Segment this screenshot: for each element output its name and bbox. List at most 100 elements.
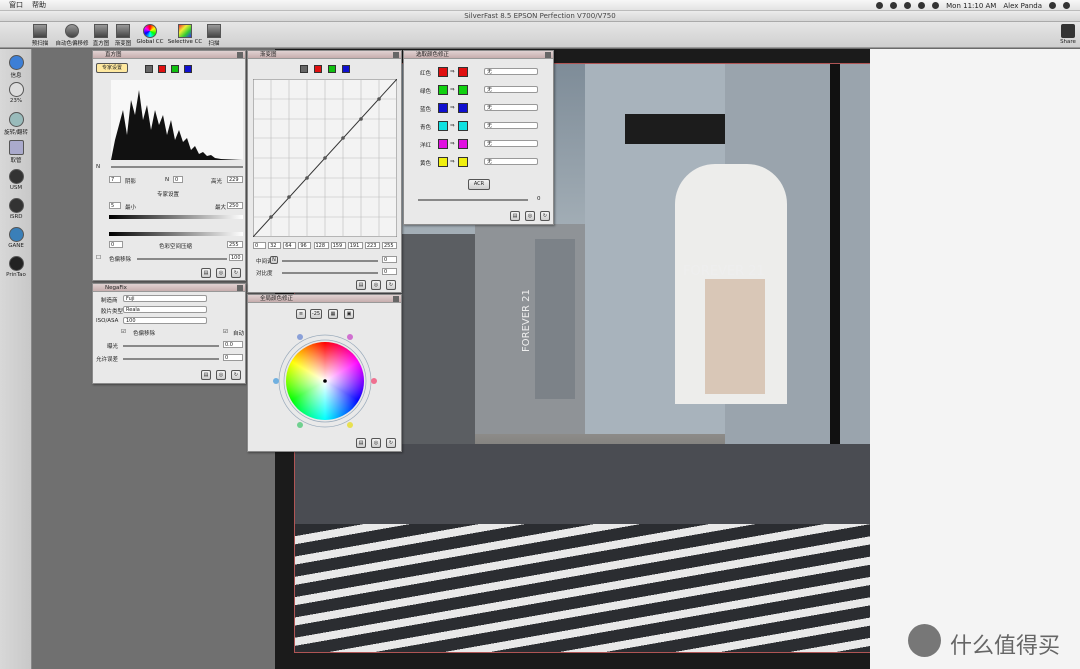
highlight-field[interactable]: 229 bbox=[227, 176, 243, 183]
cast-field[interactable]: 100 bbox=[229, 254, 243, 261]
tick-field[interactable]: 255 bbox=[382, 242, 397, 249]
menu-window[interactable]: 窗口 bbox=[9, 0, 23, 10]
min-max-slider[interactable] bbox=[109, 215, 243, 219]
cast-checkbox[interactable]: ☐ bbox=[96, 255, 101, 261]
isrd-button[interactable]: iSRD bbox=[0, 198, 32, 220]
printao-button[interactable]: PrinTao bbox=[0, 256, 32, 278]
iso-select[interactable]: 100 bbox=[123, 317, 207, 324]
contrast-slider[interactable] bbox=[282, 272, 378, 274]
global-cc-button[interactable]: Global CC bbox=[130, 24, 170, 45]
zoom-icon[interactable]: ◎ bbox=[216, 370, 226, 380]
source-color-swatch[interactable] bbox=[438, 139, 448, 149]
tick-field[interactable]: 64 bbox=[283, 242, 297, 249]
contrast-field[interactable]: 0 bbox=[382, 268, 397, 275]
reset-icon[interactable]: ↻ bbox=[540, 211, 550, 221]
max-field[interactable]: 250 bbox=[227, 202, 243, 209]
target-color-swatch[interactable] bbox=[458, 85, 468, 95]
target-color-swatch[interactable] bbox=[458, 103, 468, 113]
reset-icon[interactable]: ↻ bbox=[386, 438, 396, 448]
channel-rgb[interactable] bbox=[300, 65, 308, 73]
selective-row-select[interactable]: 无 bbox=[484, 158, 538, 165]
tick-field[interactable]: 191 bbox=[347, 242, 363, 249]
target-color-swatch[interactable] bbox=[458, 67, 468, 77]
user-name[interactable]: Alex Panda bbox=[1003, 2, 1042, 10]
selective-row-select[interactable]: 无 bbox=[484, 104, 538, 111]
acr-button[interactable]: ACR bbox=[468, 179, 490, 190]
histogram-slider[interactable] bbox=[111, 166, 243, 168]
target-color-swatch[interactable] bbox=[458, 121, 468, 131]
channel-blue[interactable] bbox=[184, 65, 192, 73]
save-icon[interactable]: ▤ bbox=[510, 211, 520, 221]
zoom-button[interactable]: 23% bbox=[0, 82, 32, 104]
close-icon[interactable] bbox=[237, 52, 243, 58]
list-icon[interactable]: ≡ bbox=[296, 309, 306, 319]
auto-check[interactable]: ☑ bbox=[223, 329, 228, 335]
image-icon[interactable]: ▣ bbox=[344, 309, 354, 319]
source-color-swatch[interactable] bbox=[438, 121, 448, 131]
target-color-swatch[interactable] bbox=[458, 157, 468, 167]
battery-icon[interactable] bbox=[932, 2, 940, 9]
volume-icon[interactable] bbox=[918, 2, 926, 9]
channel-rgb[interactable] bbox=[145, 65, 153, 73]
gradation-panel-header[interactable]: 渐变图 bbox=[248, 51, 401, 59]
global-value[interactable]: -25 bbox=[310, 309, 322, 319]
selective-row-select[interactable]: 无 bbox=[484, 122, 538, 129]
source-color-swatch[interactable] bbox=[438, 67, 448, 77]
status-icon[interactable] bbox=[890, 2, 898, 9]
tick-field[interactable]: 159 bbox=[330, 242, 346, 249]
save-icon[interactable]: ▤ bbox=[201, 370, 211, 380]
close-icon[interactable] bbox=[237, 285, 243, 291]
zoom-icon[interactable]: ◎ bbox=[525, 211, 535, 221]
exposure-slider[interactable] bbox=[123, 345, 219, 347]
tolerance-field[interactable]: 0 bbox=[223, 354, 243, 361]
close-icon[interactable] bbox=[393, 52, 399, 58]
expert-button[interactable]: 专家设置 bbox=[96, 63, 128, 73]
info-button[interactable]: 信息 bbox=[0, 55, 32, 79]
tolerance-slider[interactable] bbox=[123, 358, 219, 360]
share-button[interactable]: Share bbox=[1060, 24, 1076, 45]
tick-field[interactable]: 32 bbox=[268, 242, 282, 249]
zoom-icon[interactable]: ◎ bbox=[371, 438, 381, 448]
compress-max-field[interactable]: 255 bbox=[227, 241, 243, 248]
cast-slider[interactable] bbox=[137, 258, 227, 260]
reset-icon[interactable]: ↻ bbox=[231, 370, 241, 380]
channel-green[interactable] bbox=[328, 65, 336, 73]
globalcc-panel-header[interactable]: 全局颜色修正 bbox=[248, 295, 401, 303]
pipette-button[interactable]: 取管 bbox=[0, 140, 32, 164]
wifi-icon[interactable] bbox=[904, 2, 912, 9]
tick-field[interactable]: 128 bbox=[313, 242, 329, 249]
selective-panel-header[interactable]: 选取颜色修正 bbox=[404, 51, 553, 59]
compress-slider[interactable] bbox=[109, 232, 243, 236]
channel-red[interactable] bbox=[314, 65, 322, 73]
histogram-panel-header[interactable]: 直方图 bbox=[93, 51, 245, 59]
shadow-field[interactable]: 7 bbox=[109, 176, 121, 183]
channel-blue[interactable] bbox=[342, 65, 350, 73]
maker-select[interactable]: Fuji bbox=[123, 295, 207, 302]
scan-button[interactable]: 扫描 bbox=[194, 24, 234, 47]
selective-row-select[interactable]: 无 bbox=[484, 86, 538, 93]
status-icon[interactable] bbox=[876, 2, 884, 9]
gane-button[interactable]: GANE bbox=[0, 227, 32, 249]
negafix-panel-header[interactable]: NegaFix bbox=[93, 284, 245, 292]
min-field[interactable]: 5 bbox=[109, 202, 121, 209]
zoom-icon[interactable]: ◎ bbox=[371, 280, 381, 290]
midtone-slider[interactable] bbox=[282, 260, 378, 262]
n-field[interactable]: 0 bbox=[173, 176, 183, 183]
tick-field[interactable]: 223 bbox=[364, 242, 380, 249]
selective-row-select[interactable]: 无 bbox=[484, 140, 538, 147]
cast-check[interactable]: ☑ bbox=[121, 329, 126, 335]
mid-field[interactable]: 0 bbox=[382, 256, 397, 263]
grid-icon[interactable]: ▦ bbox=[328, 309, 338, 319]
reset-icon[interactable]: ↻ bbox=[386, 280, 396, 290]
selective-row-select[interactable]: 无 bbox=[484, 68, 538, 75]
target-color-swatch[interactable] bbox=[458, 139, 468, 149]
color-wheel[interactable] bbox=[270, 331, 380, 431]
rotate-button[interactable]: 旋转/翻转 bbox=[0, 112, 32, 136]
source-color-swatch[interactable] bbox=[438, 85, 448, 95]
neutral-button[interactable]: N bbox=[270, 256, 278, 264]
compress-min-field[interactable]: 0 bbox=[109, 241, 123, 248]
usm-button[interactable]: USM bbox=[0, 169, 32, 191]
search-icon[interactable] bbox=[1049, 2, 1056, 9]
film-select[interactable]: Reala bbox=[123, 306, 207, 313]
exposure-field[interactable]: 0.0 bbox=[223, 341, 243, 348]
